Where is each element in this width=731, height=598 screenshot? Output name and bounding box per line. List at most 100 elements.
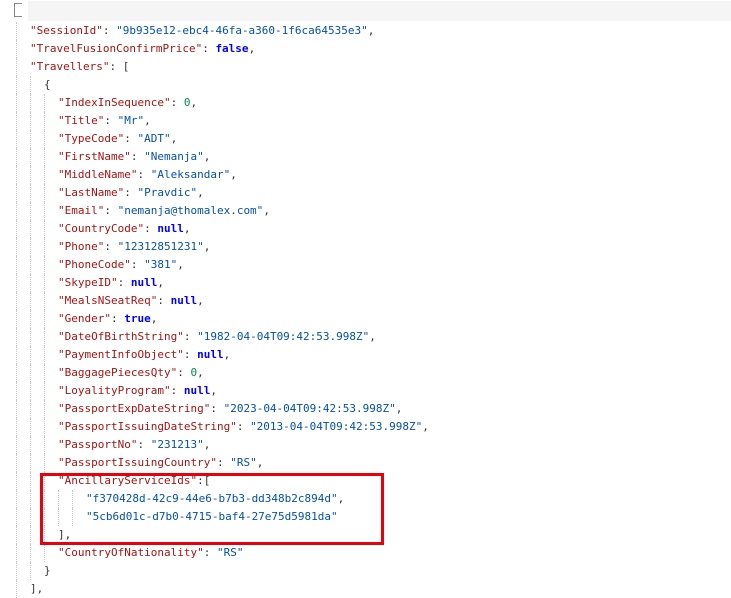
json-colon: :: [216, 456, 231, 469]
line-content: "PhoneCode": "381",: [58, 256, 184, 274]
fold-bracket-icon[interactable]: [14, 3, 22, 17]
json-key: "PassportIssuingCountry": [58, 456, 217, 469]
indent-guide: [16, 112, 17, 130]
json-comma: ,: [203, 438, 211, 451]
json-colon: :: [137, 168, 151, 181]
json-key: "LastName": [58, 186, 125, 199]
line-content: "IndexInSequence": 0,: [58, 94, 197, 112]
json-colon: :: [170, 96, 184, 109]
indent-guide: [44, 238, 45, 256]
json-comma: ,: [190, 96, 198, 109]
indent-guide: [30, 238, 31, 256]
json-comma: ,: [203, 240, 211, 253]
indent-guide: [44, 130, 45, 148]
indent-guide: [44, 310, 45, 328]
json-key: "Travellers": [30, 60, 110, 73]
indent-guide: [16, 238, 17, 256]
json-value: "Mr": [117, 114, 145, 127]
indent-guide: [30, 400, 31, 418]
json-value: null: [170, 294, 198, 307]
indent-guide: [16, 76, 17, 94]
line-content: "Email": "nemanja@thomalex.com",: [58, 202, 270, 220]
indent-guide: [44, 256, 45, 274]
indent-guide: [16, 508, 17, 526]
json-value: "Aleksandar": [150, 168, 231, 181]
line-content: "Phone": "12312851231",: [58, 238, 210, 256]
indent-guide: [44, 166, 45, 184]
json-comma: ,: [177, 258, 184, 271]
json-comma: ,: [144, 114, 151, 127]
indent-guide: [16, 94, 17, 112]
line-content: "LoyalityProgram": null,: [58, 382, 217, 400]
indent-guide: [44, 328, 45, 346]
json-key: "MealsNSeatReq": [58, 294, 158, 307]
json-key: "IndexInSequence": [58, 96, 171, 109]
indent-guide: [16, 526, 17, 544]
json-comma: ,: [422, 420, 429, 433]
line-content: "MiddleName": "Aleksandar",: [58, 166, 237, 184]
indent-guide: [30, 130, 31, 148]
line-content: {: [44, 76, 51, 94]
indent-guide: [30, 202, 31, 220]
json-comma: ,: [157, 276, 164, 289]
line-content: "Gender": true,: [58, 310, 157, 328]
indent-guide: [44, 94, 45, 112]
indent-guide: [44, 400, 45, 418]
json-comma: ,: [223, 348, 231, 361]
indent-guide: [16, 382, 17, 400]
json-comma: ,: [183, 222, 191, 235]
json-key: "CountryOfNationality": [58, 546, 204, 559]
indent-guide: [30, 508, 31, 526]
indent-guide: [30, 148, 31, 166]
json-key: "Title": [58, 114, 105, 127]
indent-guide: [44, 202, 45, 220]
json-value: ],: [30, 582, 44, 595]
indent-guide: [30, 418, 31, 436]
line-content: "DateOfBirthString": "1982-04-04T09:42:5…: [58, 328, 376, 346]
json-value: "1982-04-04T09:42:53.998Z": [197, 330, 370, 343]
indent-guide: [16, 148, 17, 166]
indent-guide: [16, 256, 17, 274]
indent-guide: [16, 400, 17, 418]
indent-guide: [30, 94, 31, 112]
json-colon: :: [104, 204, 118, 217]
indent-guide: [30, 166, 31, 184]
indent-guide: [30, 472, 31, 490]
indent-guide: [16, 274, 17, 292]
json-value: "231213": [150, 438, 204, 451]
indent-guide: [44, 184, 45, 202]
indent-guide: [44, 220, 45, 238]
indent-guide: [16, 292, 17, 310]
json-value: [: [122, 60, 130, 73]
line-content: "TravelFusionConfirmPrice": false,: [30, 40, 255, 58]
indent-guide: [16, 454, 17, 472]
json-key: "TypeCode": [58, 132, 125, 145]
json-editor[interactable]: "SessionId": "9b935e12-ebc4-46fa-a360-1f…: [0, 0, 731, 598]
json-key: "SkypeID": [58, 276, 118, 289]
json-comma: ,: [170, 132, 178, 145]
indent-guide: [16, 418, 17, 436]
indent-guide: [16, 202, 17, 220]
indent-guide: [16, 346, 17, 364]
indent-guide: [30, 544, 31, 562]
json-colon: :: [137, 438, 151, 451]
json-comma: ,: [197, 294, 204, 307]
indent-guide: [30, 256, 31, 274]
indent-guide: [44, 346, 45, 364]
indent-guide: [30, 364, 31, 382]
json-key: "DateOfBirthString": [58, 330, 184, 343]
json-key: "CountryCode": [58, 222, 145, 235]
json-value: "381": [144, 258, 178, 271]
json-colon: :: [210, 402, 224, 415]
indent-guide: [30, 526, 31, 544]
json-colon: :: [104, 240, 118, 253]
line-content: "LastName": "Pravdic",: [58, 184, 204, 202]
json-value: null: [197, 348, 224, 361]
json-value: "9b935e12-ebc4-46fa-a360-1f6ca64535e3": [116, 24, 368, 37]
json-value: }: [44, 564, 51, 577]
annotation-highlight-box: [40, 473, 384, 545]
json-colon: :: [177, 366, 191, 379]
indent-guide: [16, 58, 17, 76]
indent-guide: [44, 292, 45, 310]
line-content: "PassportIssuingCountry": "RS",: [58, 454, 263, 472]
